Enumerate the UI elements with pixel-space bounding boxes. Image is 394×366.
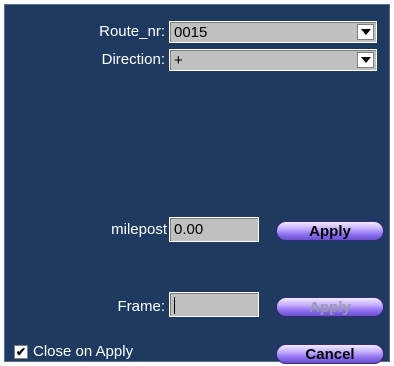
route-select-value: 0015	[174, 24, 208, 41]
route-label: Route_nr:	[99, 23, 165, 40]
cancel-button[interactable]: Cancel	[276, 344, 384, 364]
frame-label: Frame:	[117, 298, 165, 315]
close-on-apply-checkbox[interactable]: ✔	[14, 345, 28, 359]
frame-input[interactable]	[169, 292, 259, 317]
checkmark-icon: ✔	[15, 345, 27, 359]
milepost-label: milepost	[111, 221, 167, 238]
close-on-apply-label[interactable]: Close on Apply	[33, 343, 133, 360]
milepost-apply-button[interactable]: Apply	[276, 221, 384, 241]
chevron-down-icon[interactable]	[357, 52, 374, 68]
direction-select[interactable]: +	[169, 49, 377, 71]
direction-label: Direction:	[101, 51, 165, 68]
milepost-input[interactable]: 0.00	[169, 217, 259, 242]
text-caret	[174, 296, 175, 314]
chevron-down-icon[interactable]	[357, 24, 374, 40]
dialog-panel: Route_nr: 0015 Direction: + milepost 0.0…	[4, 4, 390, 364]
direction-select-value: +	[174, 52, 183, 69]
frame-apply-button[interactable]: Apply	[276, 297, 384, 317]
milepost-input-value: 0.00	[174, 221, 204, 238]
route-select[interactable]: 0015	[169, 21, 377, 43]
